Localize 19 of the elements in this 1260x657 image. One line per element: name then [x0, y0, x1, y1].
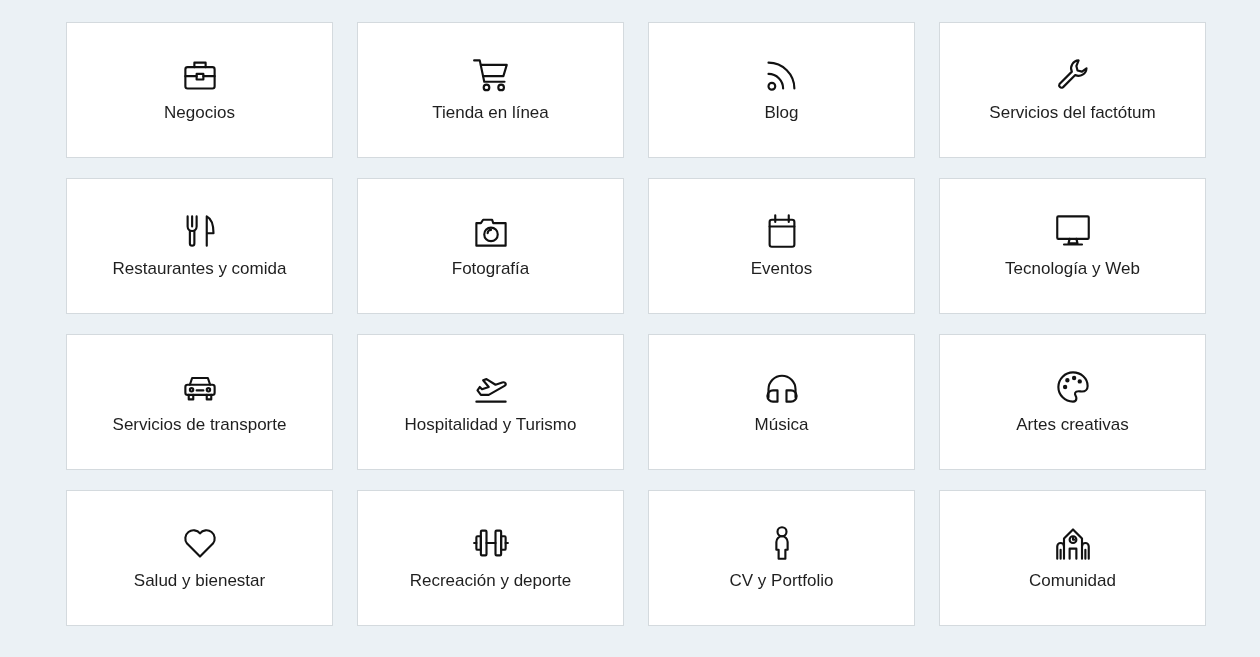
- category-tile[interactable]: Fotografía: [357, 178, 624, 314]
- category-tile[interactable]: Salud y bienestar: [66, 490, 333, 626]
- category-tile[interactable]: Recreación y deporte: [357, 490, 624, 626]
- category-tile[interactable]: Eventos: [648, 178, 915, 314]
- category-tile[interactable]: CV y Portfolio: [648, 490, 915, 626]
- category-tile[interactable]: Tecnología y Web: [939, 178, 1206, 314]
- category-tile[interactable]: Música: [648, 334, 915, 470]
- category-tile[interactable]: Comunidad: [939, 490, 1206, 626]
- category-tile[interactable]: Blog: [648, 22, 915, 158]
- category-tile[interactable]: Tienda en línea: [357, 22, 624, 158]
- palette-icon: [1054, 369, 1091, 405]
- category-tile[interactable]: Negocios: [66, 22, 333, 158]
- category-tile[interactable]: Artes creativas: [939, 334, 1206, 470]
- monitor-icon: [1054, 213, 1091, 249]
- cart-icon: [472, 57, 509, 93]
- category-tile[interactable]: Servicios del factótum: [939, 22, 1206, 158]
- category-tile[interactable]: Restaurantes y comida: [66, 178, 333, 314]
- category-tile[interactable]: Servicios de transporte: [66, 334, 333, 470]
- category-tile[interactable]: Hospitalidad y Turismo: [357, 334, 624, 470]
